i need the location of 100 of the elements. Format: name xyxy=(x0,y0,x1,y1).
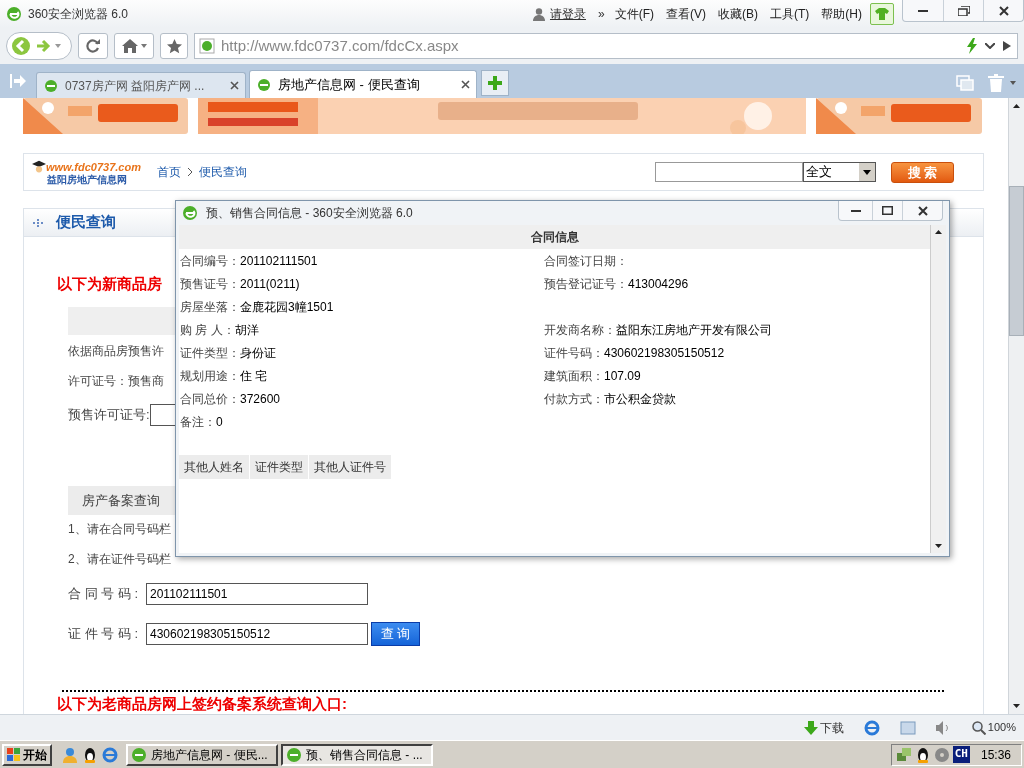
section-heading: 以下为新商品房 xyxy=(57,275,162,293)
window-title: 预、销售合同信息 - 360安全浏览器 6.0 xyxy=(206,205,413,222)
page-icon xyxy=(256,76,272,93)
search-scope-select[interactable]: 全文 xyxy=(803,162,876,182)
menu-item[interactable]: 帮助(H) xyxy=(821,5,862,23)
field-label: 房屋坐落： xyxy=(180,298,240,316)
sidebar-toggle-icon[interactable] xyxy=(10,74,26,88)
field-label: 付款方式： xyxy=(544,390,604,408)
browser-logo-icon xyxy=(182,205,198,221)
field-value: 金鹿花园3幢1501 xyxy=(240,298,334,316)
browser-tab[interactable]: 房地产信息网 - 便民查询 xyxy=(249,70,477,98)
scrollbar[interactable] xyxy=(1008,98,1024,714)
skin-button[interactable] xyxy=(870,3,894,25)
field-label: 建筑面积： xyxy=(544,367,604,385)
field-label: 购 房 人： xyxy=(180,321,235,339)
zoom-level[interactable]: 100% xyxy=(987,719,1016,736)
address-bar[interactable]: http://www.fdc0737.com/fdcCx.aspx xyxy=(194,33,1018,59)
menu-item[interactable]: 工具(T) xyxy=(770,5,810,23)
menu-item[interactable]: 查看(V) xyxy=(666,5,706,23)
minimize-icon xyxy=(850,209,861,212)
home-button[interactable] xyxy=(114,33,154,59)
penguin-icon[interactable] xyxy=(82,746,98,763)
chevron-icon xyxy=(186,167,193,177)
field-value: 107.09 xyxy=(604,367,641,385)
field-value: 住 宅 xyxy=(240,367,268,385)
notice-text: 许可证号：预售商 xyxy=(68,373,164,389)
download-icon xyxy=(803,720,818,735)
go-icon xyxy=(1003,41,1011,51)
dots-icon xyxy=(33,218,43,227)
close-icon xyxy=(917,205,928,216)
page-icon xyxy=(199,38,215,54)
search-field[interactable] xyxy=(655,162,803,182)
menu-item[interactable]: 文件(F) xyxy=(614,5,654,23)
column-header: 其他人姓名 xyxy=(179,455,250,479)
field-value: 市公积金贷款 xyxy=(604,390,676,408)
field-value: 0 xyxy=(216,413,223,431)
download-button[interactable]: 下载 xyxy=(819,718,844,737)
close-icon[interactable] xyxy=(461,80,470,89)
contract-info-heading: 合同信息 xyxy=(179,225,930,249)
site-logo[interactable]: www.fdc0737.com 益阳房地产信息网 xyxy=(32,159,143,185)
field-label: 证件类型： xyxy=(180,344,240,362)
window-title: 360安全浏览器 6.0 xyxy=(28,6,129,23)
field-label: 备注： xyxy=(180,413,216,431)
breadcrumb-link[interactable]: 便民查询 xyxy=(198,163,247,181)
id-number-field[interactable]: 430602198305150512 xyxy=(146,623,368,645)
maximize-icon xyxy=(882,206,893,215)
field-label: 证 件 号 码 : xyxy=(68,625,140,644)
field-value: 201102111501 xyxy=(240,252,318,270)
field-label: 证件号码： xyxy=(544,344,604,362)
section-heading: 以下为老商品房网上签约备案系统查询入口: xyxy=(57,695,347,712)
close-icon[interactable] xyxy=(230,81,239,90)
star-icon xyxy=(166,38,182,54)
login-link[interactable]: 请登录 xyxy=(550,5,586,23)
input-method-indicator[interactable]: CH xyxy=(952,746,970,763)
field-label: 预告登记证号： xyxy=(544,275,628,293)
clock: 15:36 xyxy=(980,746,1011,764)
field-label: 开发商名称： xyxy=(544,321,616,339)
notice-text: 依据商品房预售许 xyxy=(68,343,164,359)
field-label: 合同签订日期： xyxy=(544,252,628,270)
taskbar-button[interactable]: 预、销售合同信息 - ... xyxy=(281,743,433,766)
scrollbar[interactable] xyxy=(930,225,946,553)
field-value: 413004296 xyxy=(628,275,689,293)
field-value: 430602198305150512 xyxy=(604,344,725,362)
browser-logo-icon xyxy=(131,746,147,763)
field-label: 合同总价： xyxy=(180,390,240,408)
field-label: 规划用途： xyxy=(180,367,240,385)
field-label: 预售许可证号: xyxy=(68,406,150,425)
dropdown-icon xyxy=(140,44,147,48)
taskbar-button[interactable]: 房地产信息网 - 便民... xyxy=(126,743,278,766)
user-icon xyxy=(532,7,546,21)
breadcrumb-link[interactable]: 首页 xyxy=(156,163,181,181)
browser-tab[interactable]: 0737房产网 益阳房产网 ... xyxy=(36,72,246,98)
column-header: 证件类型 xyxy=(250,455,309,479)
column-header: 其他人证件号 xyxy=(309,455,392,479)
refresh-icon xyxy=(85,38,101,54)
dropdown-icon xyxy=(985,43,995,49)
new-tab-button[interactable] xyxy=(481,70,509,96)
restore-icon xyxy=(957,5,970,16)
browser-logo-icon xyxy=(286,746,302,763)
contract-number-field[interactable]: 201102111501 xyxy=(146,583,368,605)
dropdown-icon xyxy=(859,163,875,181)
favorite-button[interactable] xyxy=(160,33,188,59)
more-menu-button[interactable]: » xyxy=(598,5,605,23)
field-value: 胡洋 xyxy=(234,321,259,339)
start-button[interactable]: 开始 xyxy=(2,743,52,766)
instruction-text: 2、请在证件号码栏 xyxy=(68,551,171,567)
menu-item[interactable]: 收藏(B) xyxy=(718,5,758,23)
windows-logo-icon xyxy=(7,747,21,762)
plus-icon xyxy=(488,76,502,90)
close-icon xyxy=(998,5,1009,16)
field-label: 合 同 号 码 : xyxy=(68,585,140,604)
scroll-thumb[interactable] xyxy=(1009,186,1024,336)
page-icon xyxy=(43,77,59,94)
section-title: 便民查询 xyxy=(56,212,116,233)
field-value: 372600 xyxy=(240,390,281,408)
query-button[interactable]: 查 询 xyxy=(371,622,420,646)
refresh-button[interactable] xyxy=(78,33,108,59)
dropdown-icon[interactable] xyxy=(1010,81,1016,85)
shirt-icon xyxy=(875,8,889,20)
instruction-text: 1、请在合同号码栏 xyxy=(68,521,171,537)
